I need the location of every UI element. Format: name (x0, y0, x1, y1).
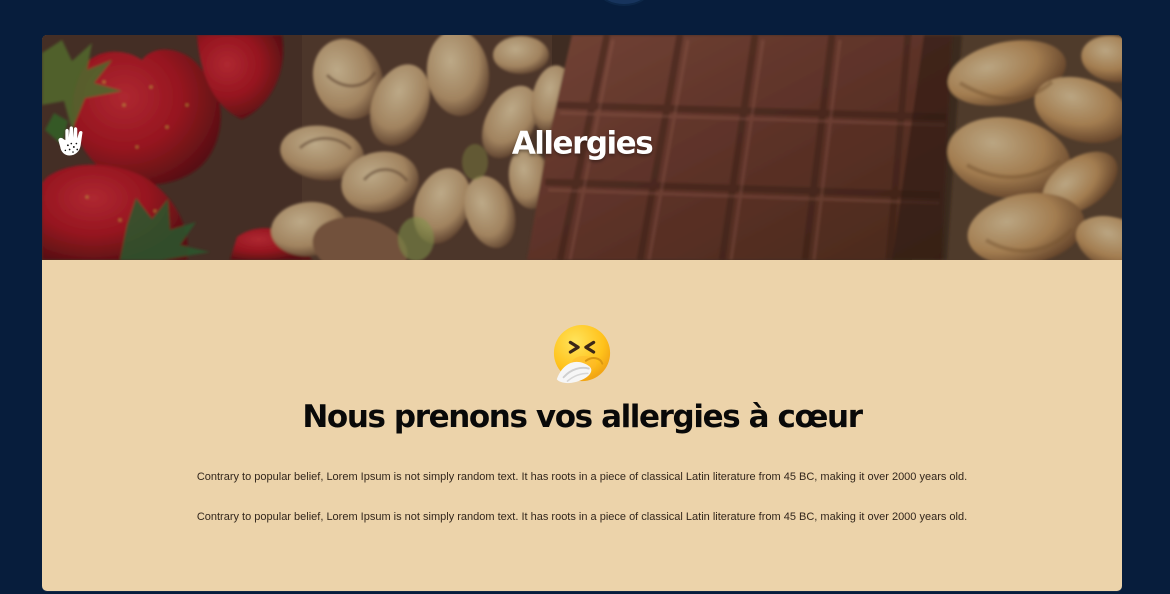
hero-title: Allergies (42, 124, 1122, 162)
allergies-card: Allergies Nous prenons vos allergies à c… (42, 35, 1122, 591)
top-avatar-edge (601, 0, 647, 4)
hand-allergy-icon (58, 126, 83, 156)
section-title: Nous prenons vos allergies à cœur (302, 399, 863, 435)
sneezing-face-icon (553, 324, 611, 384)
allergy-content: Nous prenons vos allergies à cœur Contra… (42, 260, 1122, 591)
description-paragraph: Contrary to popular belief, Lorem Ipsum … (196, 471, 968, 483)
hero-banner: Allergies (42, 35, 1122, 260)
description-paragraph: Contrary to popular belief, Lorem Ipsum … (196, 511, 968, 523)
hero-title-text: Allergies (511, 125, 654, 162)
